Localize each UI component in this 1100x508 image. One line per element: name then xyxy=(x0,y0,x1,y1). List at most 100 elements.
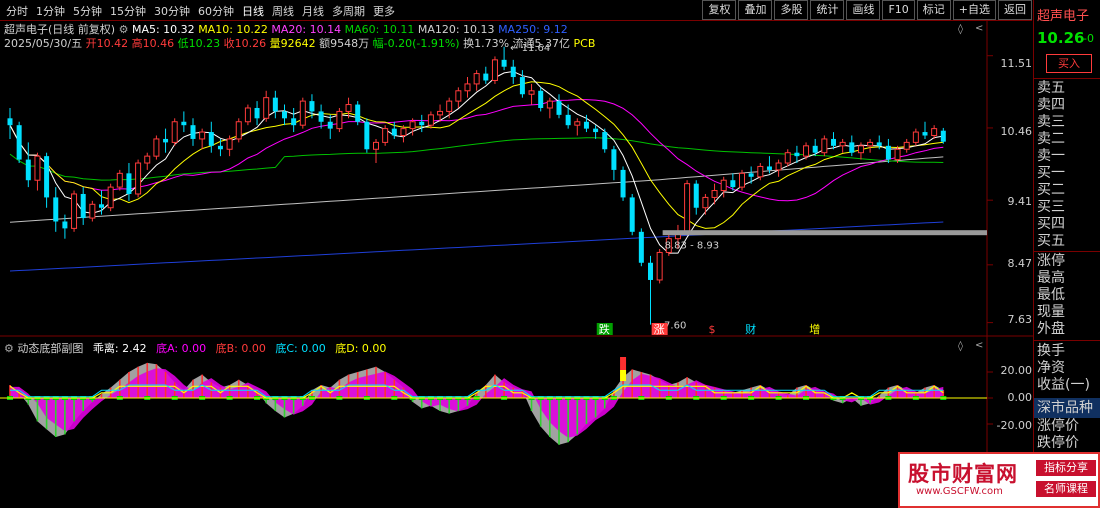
period-tab-7[interactable]: 周线 xyxy=(272,5,294,18)
candle-body xyxy=(71,193,78,229)
candle-body xyxy=(25,159,31,181)
candlestick-chart[interactable]: ← 11.64← 7.608.83 - 8.93跌涨 $ 财增 xyxy=(0,0,1033,508)
candle-body xyxy=(272,97,278,112)
candle-body xyxy=(208,132,214,146)
sub-signal-bar-top xyxy=(620,370,627,381)
candle-body xyxy=(181,121,187,126)
candle-body xyxy=(473,73,480,85)
candle-body xyxy=(409,121,416,130)
sub-base-marker xyxy=(446,396,453,400)
ma60-line xyxy=(9,137,944,181)
buy-button[interactable]: 买入 xyxy=(1046,54,1092,73)
market-type-tab[interactable]: 深市品种 xyxy=(1034,398,1100,418)
sub-window-restore-icon[interactable]: ◊ xyxy=(958,341,963,352)
sub-y-tick-0: 0.00 xyxy=(1007,391,1033,404)
stats2-item-2: 收益(一) xyxy=(1037,377,1090,393)
brand-tag-indicator-share[interactable]: 指标分享 xyxy=(1036,460,1096,476)
brand-logo[interactable]: 股市财富网 www.GSCFW.com 指标分享 名师课程 xyxy=(898,452,1100,508)
sub-base-marker xyxy=(867,396,874,400)
stats-item-2: 最低 xyxy=(1037,287,1065,303)
candle-body xyxy=(491,59,498,81)
candle-body xyxy=(80,193,86,219)
candle-body xyxy=(44,156,50,198)
tool-button-0[interactable]: 复权 xyxy=(702,0,737,20)
tool-button-5[interactable]: F10 xyxy=(882,0,915,20)
candle-body xyxy=(446,100,453,112)
tool-button-7[interactable]: +自选 xyxy=(952,0,996,20)
sub-base-marker xyxy=(885,396,892,400)
candle-body xyxy=(510,66,516,78)
tool-button-4[interactable]: 画线 xyxy=(846,0,881,20)
candle-body xyxy=(336,110,343,130)
candle-body xyxy=(135,162,142,195)
candle-body xyxy=(62,221,68,229)
candle-body xyxy=(665,238,672,253)
candle-body xyxy=(226,138,233,150)
period-tab-3[interactable]: 15分钟 xyxy=(110,5,146,18)
sub-base-marker xyxy=(537,396,544,400)
candle-body xyxy=(593,128,599,133)
sub-base-marker xyxy=(601,396,608,400)
period-tab-2[interactable]: 5分钟 xyxy=(73,5,102,18)
sub-base-marker xyxy=(25,396,32,400)
candle-body xyxy=(812,145,818,153)
candle-body xyxy=(885,145,891,160)
period-tab-6[interactable]: 日线 xyxy=(242,5,264,18)
orderbook-item-5: 买一 xyxy=(1037,165,1065,181)
candle-body xyxy=(867,141,874,147)
candle-body xyxy=(53,197,59,222)
collapse-icon[interactable]: < xyxy=(975,23,983,34)
tool-button-6[interactable]: 标记 xyxy=(916,0,951,20)
ma10-line xyxy=(9,81,944,229)
marker-bg xyxy=(651,323,668,335)
candle-body xyxy=(903,141,910,150)
sub-collapse-icon[interactable]: < xyxy=(975,340,983,351)
quote-change: -0 xyxy=(1083,32,1094,45)
candle-body xyxy=(656,251,663,281)
candle-body xyxy=(99,204,104,208)
candle-body xyxy=(153,138,160,157)
period-tab-10[interactable]: 更多 xyxy=(373,5,395,18)
candle-body xyxy=(89,203,96,219)
period-tab-8[interactable]: 月线 xyxy=(302,5,324,18)
period-tab-0[interactable]: 分时 xyxy=(6,5,28,18)
ma120-line xyxy=(9,156,944,223)
candle-body xyxy=(327,121,333,129)
candle-body xyxy=(107,186,114,209)
tool-button-8[interactable]: 返回 xyxy=(998,0,1032,20)
sub-base-marker xyxy=(556,396,562,400)
sub-yellow-line xyxy=(9,385,944,399)
amount-label: 额9548万 xyxy=(319,37,370,50)
sub-base-marker xyxy=(427,396,434,400)
tool-button-2[interactable]: 多股 xyxy=(774,0,809,20)
marker-2: $ xyxy=(709,323,716,336)
sub-base-marker xyxy=(299,396,306,400)
stats-item-1: 最高 xyxy=(1037,270,1065,286)
sub-settings-icon[interactable]: ⚙ xyxy=(4,342,14,355)
marker-4: 增 xyxy=(809,322,820,336)
tool-button-1[interactable]: 叠加 xyxy=(738,0,773,20)
period-tab-4[interactable]: 30分钟 xyxy=(154,5,190,18)
tool-button-3[interactable]: 统计 xyxy=(810,0,845,20)
sub-base-marker xyxy=(391,396,398,400)
candle-body xyxy=(912,131,919,143)
period-tab-9[interactable]: 多周期 xyxy=(332,5,365,18)
brand-tag-courses[interactable]: 名师课程 xyxy=(1036,481,1096,497)
ma20-line xyxy=(9,99,944,202)
stats-item-4: 外盘 xyxy=(1037,321,1065,337)
float-label: 流通5.37亿 xyxy=(512,37,571,50)
candle-body xyxy=(648,262,653,280)
candle-body xyxy=(794,152,800,157)
sub-base-marker xyxy=(665,396,672,400)
high-label: 高10.46 xyxy=(131,37,175,50)
sub-base-marker xyxy=(574,396,581,400)
candle-body xyxy=(821,138,828,154)
sub-base-marker xyxy=(830,396,837,400)
candle-body xyxy=(373,141,379,150)
candle-body xyxy=(391,128,397,136)
period-tab-5[interactable]: 60分钟 xyxy=(198,5,234,18)
orderbook-item-2: 卖三 xyxy=(1037,114,1065,130)
period-tab-1[interactable]: 1分钟 xyxy=(36,5,65,18)
low-label: 低10.23 xyxy=(177,37,221,50)
window-restore-icon[interactable]: ◊ xyxy=(958,24,963,35)
